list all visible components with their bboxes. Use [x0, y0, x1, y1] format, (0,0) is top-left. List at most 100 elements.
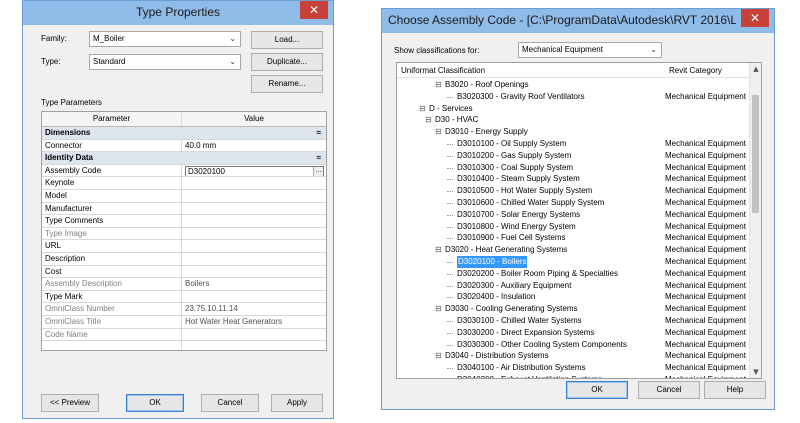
duplicate-button[interactable]: Duplicate... [251, 53, 323, 71]
tree-label[interactable]: D3010400 - Steam Supply System [457, 173, 580, 185]
tree-label[interactable]: D3030100 - Chilled Water Systems [457, 315, 582, 327]
tree-label[interactable]: B3020 - Roof Openings [445, 79, 529, 91]
parameter-value[interactable]: Boilers [182, 278, 326, 290]
parameter-row[interactable]: Code Name [42, 328, 326, 342]
tree-node[interactable]: D3040100 - Air Distribution Systems Mecha… [397, 362, 750, 374]
collapse-tree-icon[interactable]: ⊟ [435, 126, 442, 138]
tree-node[interactable]: D3010500 - Hot Water Supply System Mechan… [397, 185, 750, 197]
cancel-button[interactable]: Cancel [201, 394, 259, 412]
tree-node[interactable]: D3010900 - Fuel Cell Systems Mechanical E… [397, 232, 750, 244]
family-select[interactable]: M_Boiler ⌄ [89, 31, 241, 47]
parameter-value[interactable] [182, 240, 326, 252]
tree-label[interactable]: D3030 - Cooling Generating Systems [445, 303, 578, 315]
collapse-icon[interactable]: ≈ [317, 152, 321, 164]
help-button[interactable]: Help [704, 381, 766, 399]
apply-button[interactable]: Apply [271, 394, 323, 412]
classification-tree[interactable]: Uniformat Classification Revit Category … [396, 62, 762, 379]
ok-button[interactable]: OK [566, 381, 628, 399]
tree-label[interactable]: D - Services [429, 103, 473, 115]
parameter-row[interactable] [42, 341, 326, 350]
close-button[interactable]: ✕ [741, 9, 769, 27]
tree-node[interactable]: D3030100 - Chilled Water Systems Mechanic… [397, 315, 750, 327]
tree-label[interactable]: D3010500 - Hot Water Supply System [457, 185, 592, 197]
tree-node[interactable]: ⊟ D30 - HVAC [397, 114, 750, 126]
parameter-value[interactable] [182, 253, 326, 265]
tree-node[interactable]: D3020100 - Boilers Mechanical Equipment [397, 256, 750, 268]
title-bar[interactable]: Choose Assembly Code - [C:\ProgramData\A… [382, 9, 774, 33]
close-button[interactable]: ✕ [300, 1, 328, 19]
tree-node[interactable]: D3010700 - Solar Energy Systems Mechanica… [397, 209, 750, 221]
collapse-tree-icon[interactable]: ⊟ [425, 114, 432, 126]
parameter-value[interactable] [182, 266, 326, 278]
tree-node[interactable]: ⊟ D - Services [397, 103, 750, 115]
rename-button[interactable]: Rename... [251, 75, 323, 93]
parameter-row[interactable]: Connector 40.0 mm [42, 139, 326, 153]
parameter-value[interactable]: Hot Water Heat Generators [182, 316, 326, 328]
tree-label[interactable]: D3010 - Energy Supply [445, 126, 528, 138]
tree-label[interactable]: D3010800 - Wind Energy System [457, 221, 576, 233]
tree-node[interactable]: ⊟ D3030 - Cooling Generating Systems Mecha… [397, 303, 750, 315]
tree-label[interactable]: D3020400 - Insulation [457, 291, 535, 303]
tree-label[interactable]: D3040200 - Exhaust Ventilation Systems [457, 374, 602, 378]
browse-ellipsis-button[interactable]: ... [313, 166, 323, 176]
load-button[interactable]: Load... [251, 31, 323, 49]
column-header-value[interactable]: Value [182, 112, 326, 126]
tree-label[interactable]: D3040 - Distribution Systems [445, 350, 549, 362]
collapse-tree-icon[interactable]: ⊟ [435, 303, 442, 315]
tree-node[interactable]: D3020400 - Insulation Mechanical Equipmen… [397, 291, 750, 303]
tree-node[interactable]: ⊟ D3020 - Heat Generating Systems Mechanic… [397, 244, 750, 256]
tree-node[interactable]: D3010800 - Wind Energy System Mechanical … [397, 221, 750, 233]
assembly-code-input[interactable]: D3020100... [185, 165, 324, 177]
selected-tree-label[interactable]: D3020100 - Boilers [457, 256, 528, 268]
scrollbar-thumb[interactable] [752, 95, 759, 213]
parameter-value[interactable] [182, 228, 326, 240]
parameter-group[interactable]: Identity Data ≈ [42, 152, 326, 165]
collapse-tree-icon[interactable]: ⊟ [419, 103, 426, 115]
tree-node[interactable]: D3010300 - Coal Supply System Mechanical … [397, 162, 750, 174]
tree-node[interactable]: D3010600 - Chilled Water Supply System Me… [397, 197, 750, 209]
tree-label[interactable]: D3010700 - Solar Energy Systems [457, 209, 580, 221]
cancel-button[interactable]: Cancel [638, 381, 700, 399]
parameter-value[interactable] [182, 215, 326, 227]
parameter-row[interactable]: Description [42, 252, 326, 266]
tree-node[interactable]: D3020300 - Auxiliary Equipment Mechanical… [397, 280, 750, 292]
assembly-code-field[interactable]: D3020100... [182, 165, 326, 177]
parameter-row[interactable]: Type Comments [42, 215, 326, 228]
tree-label[interactable]: D3020300 - Auxiliary Equipment [457, 280, 571, 292]
collapse-tree-icon[interactable]: ⊟ [435, 244, 442, 256]
parameter-row[interactable]: Assembly Description Boilers [42, 278, 326, 291]
vertical-scrollbar[interactable]: ▲ ▼ [749, 63, 761, 378]
parameter-row[interactable]: Type Image [42, 227, 326, 241]
preview-button[interactable]: << Preview [41, 394, 99, 412]
parameter-group[interactable]: Dimensions ≈ [42, 127, 326, 140]
tree-label[interactable]: D3010300 - Coal Supply System [457, 162, 573, 174]
scroll-up-icon[interactable]: ▲ [750, 65, 761, 73]
tree-node[interactable]: D3010100 - Oil Supply System Mechanical E… [397, 138, 750, 150]
tree-node[interactable]: D3030200 - Direct Expansion Systems Mecha… [397, 327, 750, 339]
scroll-down-icon[interactable]: ▼ [750, 368, 761, 376]
parameter-row[interactable]: Assembly Code D3020100... [42, 164, 326, 178]
tree-node[interactable]: B3020300 - Gravity Roof Ventilators Mecha… [397, 91, 750, 103]
tree-label[interactable]: D3010100 - Oil Supply System [457, 138, 566, 150]
tree-node[interactable]: D3040200 - Exhaust Ventilation Systems Me… [397, 374, 750, 378]
tree-node[interactable]: ⊟ B3020 - Roof Openings [397, 79, 750, 91]
parameter-row[interactable]: Type Mark [42, 290, 326, 304]
tree-node[interactable]: D3010200 - Gas Supply System Mechanical E… [397, 150, 750, 162]
type-select[interactable]: Standard ⌄ [89, 54, 241, 70]
tree-node[interactable]: ⊟ D3040 - Distribution Systems Mechanical … [397, 350, 750, 362]
parameter-row[interactable]: Cost [42, 265, 326, 279]
tree-node[interactable]: ⊟ D3010 - Energy Supply [397, 126, 750, 138]
parameter-row[interactable]: Keynote [42, 177, 326, 190]
tree-label[interactable]: D3040100 - Air Distribution Systems [457, 362, 586, 374]
classification-filter-select[interactable]: Mechanical Equipment ⌄ [518, 42, 662, 58]
parameter-value[interactable] [182, 341, 326, 350]
tree-label[interactable]: D3010600 - Chilled Water Supply System [457, 197, 604, 209]
parameter-value[interactable] [182, 203, 326, 215]
tree-label[interactable]: D3030300 - Other Cooling System Componen… [457, 339, 627, 351]
tree-label[interactable]: D30 - HVAC [435, 114, 478, 126]
parameter-value[interactable]: 40.0 mm [182, 140, 326, 152]
tree-node[interactable]: D3010400 - Steam Supply System Mechanical… [397, 173, 750, 185]
parameter-row[interactable]: Model [42, 189, 326, 203]
column-header-parameter[interactable]: Parameter [42, 112, 182, 126]
parameter-value[interactable]: 23.75.10.11.14 [182, 303, 326, 315]
